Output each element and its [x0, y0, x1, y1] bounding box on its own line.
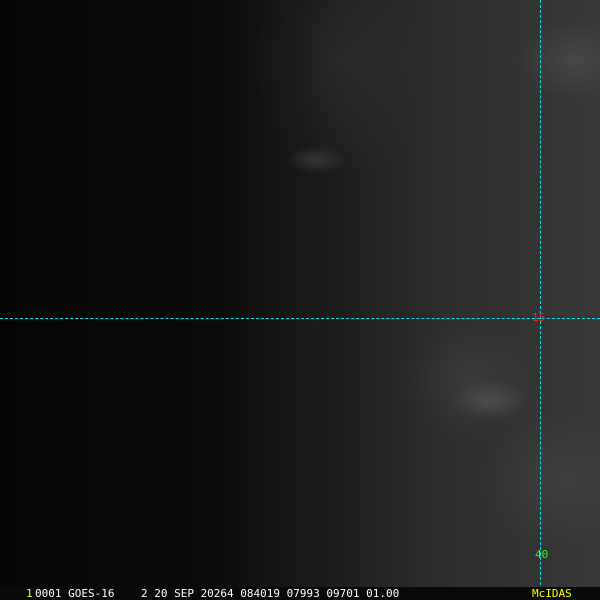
latitude-gridline	[0, 318, 600, 319]
satellite-viewer: 15 40 1 0001 GOES-16 2 20 SEP 20264 0840…	[0, 0, 600, 600]
longitude-gridline	[540, 0, 541, 600]
frame-number: 1	[26, 587, 33, 600]
latitude-label: 15	[532, 311, 546, 324]
mcidas-brand: McIDAS	[532, 587, 572, 600]
image-info: 0001 GOES-16 2 20 SEP 20264 084019 07993…	[35, 587, 400, 600]
satellite-image[interactable]	[0, 0, 600, 587]
longitude-label: 40	[535, 548, 549, 561]
status-bar: 1 0001 GOES-16 2 20 SEP 20264 084019 079…	[0, 587, 600, 600]
